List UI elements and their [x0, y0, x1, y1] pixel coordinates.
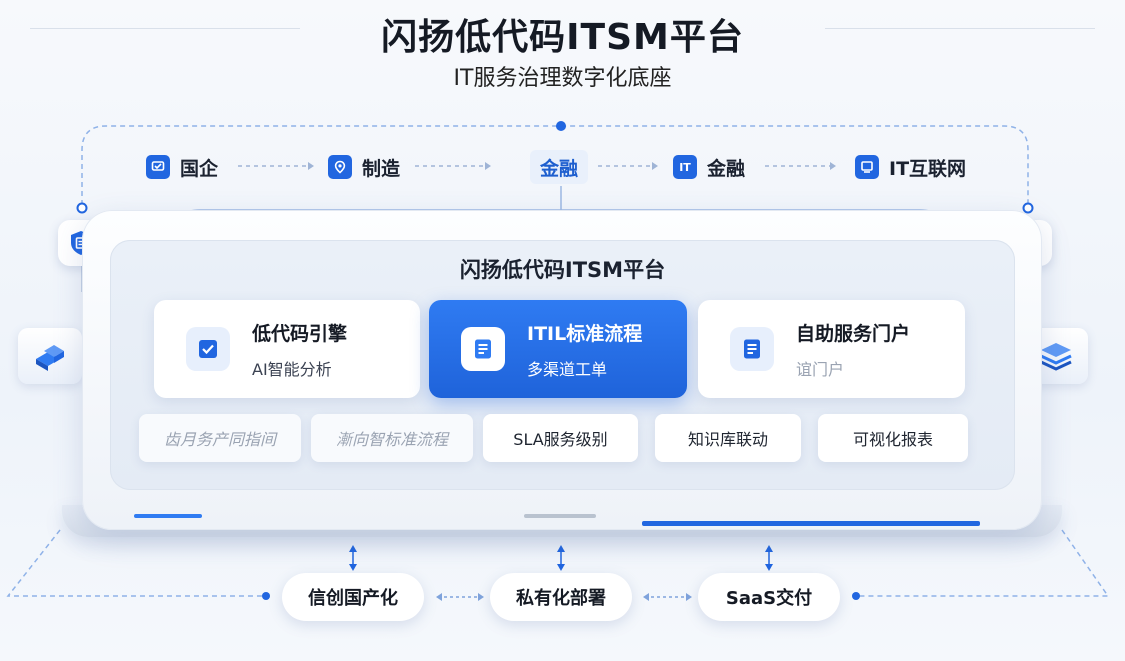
- list-doc-icon: [730, 327, 774, 371]
- deploy-xinchuang[interactable]: 信创国产化: [282, 573, 424, 621]
- industry-finance: 金融: [530, 150, 589, 184]
- form-check-icon: [186, 327, 230, 371]
- location-pin-icon: [328, 155, 352, 179]
- card-title: ITIL标准流程: [527, 322, 643, 345]
- card-lowcode-engine[interactable]: 低代码引擎 AI智能分析: [154, 300, 420, 398]
- industry-label: IT互联网: [889, 157, 967, 180]
- monitor-icon: [855, 155, 879, 179]
- card-subtitle: AI智能分析: [252, 359, 332, 379]
- industry-manufacturing: 制造: [328, 150, 400, 184]
- card-self-service-portal[interactable]: 自助服务门户 谊门户: [698, 300, 965, 398]
- industry-label: 国企: [180, 157, 219, 180]
- industry-it-finance: IT 金融: [673, 150, 745, 184]
- module-pill-knowledge-base[interactable]: 知识库联动: [655, 414, 801, 462]
- card-subtitle: 多渠道工单: [527, 359, 608, 379]
- document-icon: [461, 327, 505, 371]
- base-indicator-center: [524, 514, 596, 518]
- module-pill[interactable]: 齿月务产同指间: [139, 414, 301, 462]
- card-title: 低代码引擎: [252, 322, 348, 345]
- module-pill[interactable]: 漸向智标准流程: [311, 414, 473, 462]
- industry-label: 金融: [540, 157, 579, 180]
- module-pill-sla[interactable]: SLA服务级别: [483, 414, 638, 462]
- card-subtitle: 谊门户: [796, 359, 845, 379]
- industry-state-owned: 国企: [146, 150, 218, 184]
- industry-label: 金融: [707, 157, 746, 180]
- deploy-private[interactable]: 私有化部署: [490, 573, 632, 621]
- base-indicator-right: [642, 521, 980, 526]
- deploy-saas[interactable]: SaaS交付: [698, 573, 840, 621]
- card-title: 自助服务门户: [796, 322, 911, 345]
- certificate-icon: [146, 155, 170, 179]
- it-badge-icon: IT: [673, 155, 697, 179]
- base-indicator-left: [134, 514, 202, 518]
- industry-label: 制造: [362, 157, 401, 180]
- building-blocks-icon: [18, 328, 82, 384]
- module-pill-reports[interactable]: 可视化报表: [818, 414, 968, 462]
- card-itil-process[interactable]: ITIL标准流程 多渠道工单: [429, 300, 687, 398]
- industry-internet: IT互联网: [855, 150, 966, 184]
- platform-title: 闪扬低代码ITSM平台: [459, 258, 666, 282]
